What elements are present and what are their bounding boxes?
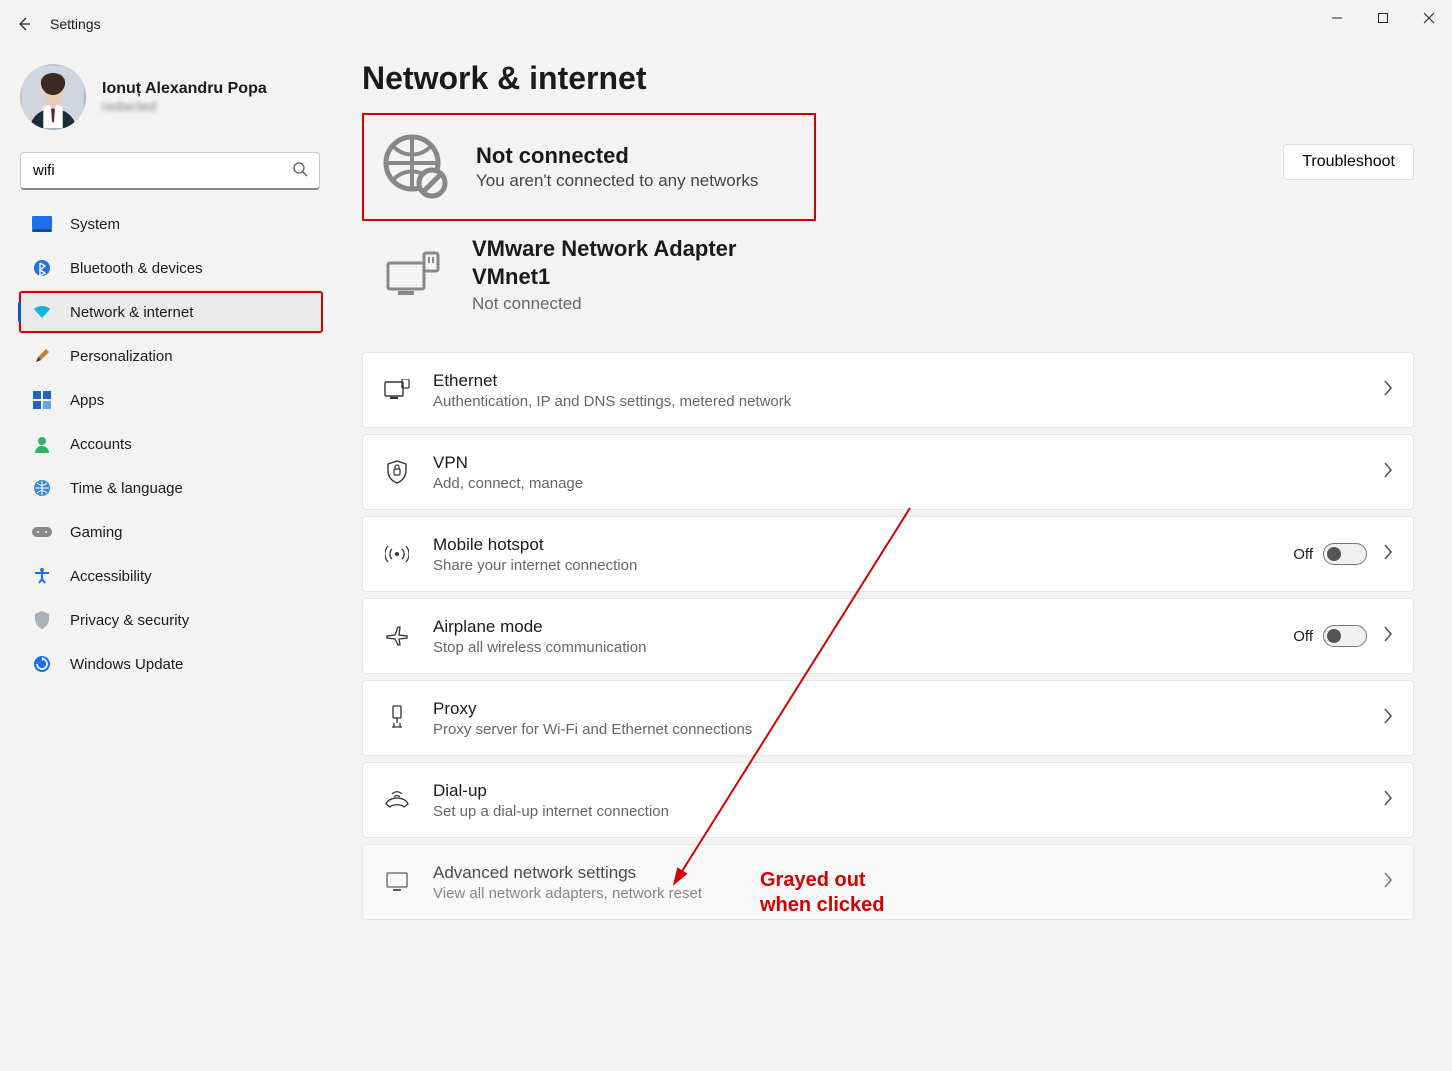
sidebar-item-label: Bluetooth & devices — [70, 260, 203, 277]
dialup-icon — [383, 786, 411, 814]
sidebar-item-accessibility[interactable]: Accessibility — [18, 554, 324, 598]
avatar — [20, 64, 86, 130]
card-title: Mobile hotspot — [433, 535, 1293, 555]
card-sub: Share your internet connection — [433, 557, 1293, 574]
update-icon — [32, 654, 52, 674]
sidebar-item-label: System — [70, 216, 120, 233]
hotspot-icon — [383, 540, 411, 568]
sidebar-item-system[interactable]: System — [18, 202, 324, 246]
card-advanced-network[interactable]: Advanced network settings View all netwo… — [362, 844, 1414, 920]
sidebar-item-personalization[interactable]: Personalization — [18, 334, 324, 378]
card-sub: Authentication, IP and DNS settings, met… — [433, 393, 1383, 410]
bluetooth-icon — [32, 258, 52, 278]
shield-icon — [32, 610, 52, 630]
card-title: Advanced network settings — [433, 863, 1383, 883]
vpn-shield-icon — [383, 458, 411, 486]
connection-status-card: Not connected You aren't connected to an… — [362, 113, 816, 221]
sidebar-item-label: Windows Update — [70, 656, 183, 673]
card-sub: View all network adapters, network reset — [433, 885, 1383, 902]
sidebar-item-gaming[interactable]: Gaming — [18, 510, 324, 554]
card-proxy[interactable]: Proxy Proxy server for Wi-Fi and Etherne… — [362, 680, 1414, 756]
brush-icon — [32, 346, 52, 366]
sidebar-item-label: Personalization — [70, 348, 173, 365]
card-sub: Proxy server for Wi-Fi and Ethernet conn… — [433, 721, 1383, 738]
adapter-title-line2: VMnet1 — [472, 263, 736, 291]
chevron-right-icon — [1383, 544, 1393, 564]
person-icon — [32, 434, 52, 454]
window-close-button[interactable] — [1406, 0, 1452, 36]
minimize-icon — [1331, 12, 1343, 24]
hotspot-toggle[interactable] — [1323, 543, 1367, 565]
card-airplane[interactable]: Airplane mode Stop all wireless communic… — [362, 598, 1414, 674]
status-title: Not connected — [476, 143, 758, 169]
sidebar-item-label: Apps — [70, 392, 104, 409]
profile-email-blurred: redacted — [102, 98, 267, 114]
system-icon — [32, 214, 52, 234]
globe-disconnected-icon — [382, 133, 450, 201]
sidebar-item-label: Accounts — [70, 436, 132, 453]
sidebar-item-label: Network & internet — [70, 304, 193, 321]
app-title: Settings — [50, 16, 101, 32]
card-sub: Set up a dial-up internet connection — [433, 803, 1383, 820]
chevron-right-icon — [1383, 626, 1393, 646]
ethernet-icon — [383, 376, 411, 404]
ethernet-adapter-icon — [384, 251, 444, 299]
card-title: Dial-up — [433, 781, 1383, 801]
page-title: Network & internet — [362, 60, 1414, 97]
sidebar-item-apps[interactable]: Apps — [18, 378, 324, 422]
card-vpn[interactable]: VPN Add, connect, manage — [362, 434, 1414, 510]
proxy-icon — [383, 704, 411, 732]
airplane-icon — [383, 622, 411, 650]
chevron-right-icon — [1383, 708, 1393, 728]
airplane-toggle[interactable] — [1323, 625, 1367, 647]
status-subtitle: You aren't connected to any networks — [476, 171, 758, 191]
card-dialup[interactable]: Dial-up Set up a dial-up internet connec… — [362, 762, 1414, 838]
card-title: Ethernet — [433, 371, 1383, 391]
search-icon — [292, 161, 308, 181]
window-maximize-button[interactable] — [1360, 0, 1406, 36]
window-minimize-button[interactable] — [1314, 0, 1360, 36]
sidebar-item-label: Time & language — [70, 480, 183, 497]
card-sub: Add, connect, manage — [433, 475, 1383, 492]
adapter-row[interactable]: VMware Network Adapter VMnet1 Not connec… — [362, 221, 1414, 332]
chevron-right-icon — [1383, 872, 1393, 892]
globe-clock-icon — [32, 478, 52, 498]
search-box[interactable] — [20, 152, 320, 190]
sidebar-item-label: Accessibility — [70, 568, 152, 585]
troubleshoot-button[interactable]: Troubleshoot — [1283, 144, 1414, 180]
sidebar-item-windows-update[interactable]: Windows Update — [18, 642, 324, 686]
card-hotspot[interactable]: Mobile hotspot Share your internet conne… — [362, 516, 1414, 592]
wifi-icon — [32, 302, 52, 322]
monitor-icon — [383, 868, 411, 896]
search-input[interactable] — [20, 152, 320, 190]
sidebar-item-accounts[interactable]: Accounts — [18, 422, 324, 466]
card-title: VPN — [433, 453, 1383, 473]
profile-block[interactable]: Ionuț Alexandru Popa redacted — [18, 58, 340, 144]
profile-name: Ionuț Alexandru Popa — [102, 80, 267, 98]
card-title: Proxy — [433, 699, 1383, 719]
maximize-icon — [1377, 12, 1389, 24]
card-sub: Stop all wireless communication — [433, 639, 1293, 656]
toggle-label: Off — [1293, 546, 1313, 563]
adapter-subtitle: Not connected — [472, 294, 736, 314]
card-ethernet[interactable]: Ethernet Authentication, IP and DNS sett… — [362, 352, 1414, 428]
chevron-right-icon — [1383, 462, 1393, 482]
sidebar-item-bluetooth[interactable]: Bluetooth & devices — [18, 246, 324, 290]
accessibility-icon — [32, 566, 52, 586]
sidebar-item-network[interactable]: Network & internet — [18, 290, 324, 334]
apps-icon — [32, 390, 52, 410]
card-title: Airplane mode — [433, 617, 1293, 637]
sidebar-item-time-language[interactable]: Time & language — [18, 466, 324, 510]
back-arrow-icon — [16, 16, 32, 32]
sidebar-item-label: Privacy & security — [70, 612, 189, 629]
sidebar-item-label: Gaming — [70, 524, 123, 541]
chevron-right-icon — [1383, 790, 1393, 810]
gamepad-icon — [32, 522, 52, 542]
close-icon — [1423, 12, 1435, 24]
adapter-title-line1: VMware Network Adapter — [472, 235, 736, 263]
back-button[interactable] — [4, 4, 44, 44]
sidebar-item-privacy[interactable]: Privacy & security — [18, 598, 324, 642]
toggle-label: Off — [1293, 628, 1313, 645]
chevron-right-icon — [1383, 380, 1393, 400]
